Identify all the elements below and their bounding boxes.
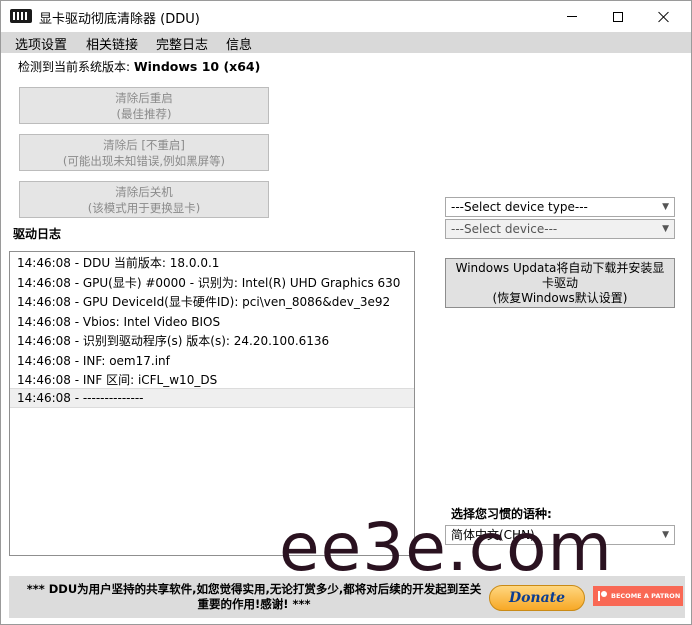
device-select[interactable]: ---Select device--- ▼: [445, 219, 675, 239]
log-entry[interactable]: 14:46:08 - GPU(显卡) #0000 - 识别为: Intel(R)…: [10, 274, 414, 294]
device-type-value: ---Select device type---: [451, 200, 588, 214]
clean-and-shutdown-button[interactable]: 清除后关机 (该模式用于更换显卡): [19, 181, 269, 218]
clean-and-restart-button[interactable]: 清除后重启 (最佳推荐): [19, 87, 269, 124]
log-entry[interactable]: 14:46:08 - DDU 当前版本: 18.0.0.1: [10, 254, 414, 274]
log-entry[interactable]: 14:46:08 - INF: oem17.inf: [10, 352, 414, 372]
clean-and-shutdown-sublabel: (该模式用于更换显卡): [87, 201, 201, 215]
chevron-down-icon: ▼: [662, 224, 669, 234]
system-version-line: 检测到当前系统版本: Windows 10 (x64): [18, 58, 260, 75]
system-version-value: Windows 10 (x64): [133, 59, 261, 74]
title-bar: 显卡驱动彻底清除器 (DDU): [1, 1, 691, 32]
minimize-button[interactable]: [549, 1, 595, 32]
windows-update-line3: (恢复Windows默认设置): [492, 291, 628, 305]
patreon-icon: [598, 591, 608, 601]
device-value: ---Select device---: [451, 222, 558, 236]
log-entry[interactable]: 14:46:08 - GPU DeviceId(显卡硬件ID): pci\ven…: [10, 293, 414, 313]
patron-label: BECOME A PATRON: [611, 592, 681, 600]
maximize-icon: [613, 11, 623, 22]
menu-info[interactable]: 信息: [226, 34, 252, 53]
log-label: 驱动日志: [13, 227, 62, 241]
log-entry-selected[interactable]: 14:46:08 - --------------: [10, 388, 414, 408]
close-button[interactable]: [641, 1, 687, 32]
log-entry[interactable]: 14:46:08 - 识别到驱动程序(s) 版本(s): 24.20.100.6…: [10, 332, 414, 352]
close-icon: [658, 11, 670, 23]
chevron-down-icon: ▼: [662, 202, 669, 212]
windows-update-button[interactable]: Windows Updata将自动下载并安装显 卡驱动 (恢复Windows默认…: [445, 258, 675, 308]
system-version-label: 检测到当前系统版本:: [18, 60, 134, 74]
device-type-select[interactable]: ---Select device type--- ▼: [445, 197, 675, 217]
menu-options[interactable]: 选项设置: [15, 34, 67, 53]
become-patron-button[interactable]: BECOME A PATRON: [593, 586, 683, 606]
clean-and-shutdown-label: 清除后关机: [115, 185, 173, 199]
footer-message: *** DDU为用户坚持的共享软件,如您觉得实用,无论打赏多少,都将对后续的开发…: [15, 582, 493, 612]
chevron-down-icon: ▼: [662, 530, 669, 540]
clean-no-restart-button[interactable]: 清除后 [不重启] (可能出现未知错误,例如黑屏等): [19, 134, 269, 171]
windows-update-line1: Windows Updata将自动下载并安装显: [455, 261, 665, 275]
window-title: 显卡驱动彻底清除器 (DDU): [39, 12, 200, 27]
menu-full-log[interactable]: 完整日志: [156, 34, 208, 53]
windows-update-line2: 卡驱动: [541, 276, 578, 290]
log-entry[interactable]: 14:46:08 - Vbios: Intel Video BIOS: [10, 313, 414, 333]
donate-button[interactable]: Donate: [489, 585, 585, 611]
footer-line2: 重要的作用!感谢! ***: [197, 597, 311, 611]
menu-links[interactable]: 相关链接: [86, 34, 138, 53]
maximize-button[interactable]: [595, 1, 641, 32]
ddu-window: 显卡驱动彻底清除器 (DDU) 选项设置 相关链接 完整日志 信息 检测到当前系…: [0, 0, 692, 625]
clean-no-restart-sublabel: (可能出现未知错误,例如黑屏等): [62, 154, 226, 168]
clean-and-restart-label: 清除后重启: [115, 91, 173, 105]
watermark-text: ee3e.com: [279, 509, 613, 586]
clean-no-restart-label: 清除后 [不重启]: [103, 138, 185, 152]
minimize-icon: [567, 16, 577, 17]
graphics-card-icon: [10, 9, 32, 23]
menu-bar: 选项设置 相关链接 完整日志 信息: [1, 32, 691, 53]
clean-and-restart-sublabel: (最佳推荐): [116, 107, 172, 121]
